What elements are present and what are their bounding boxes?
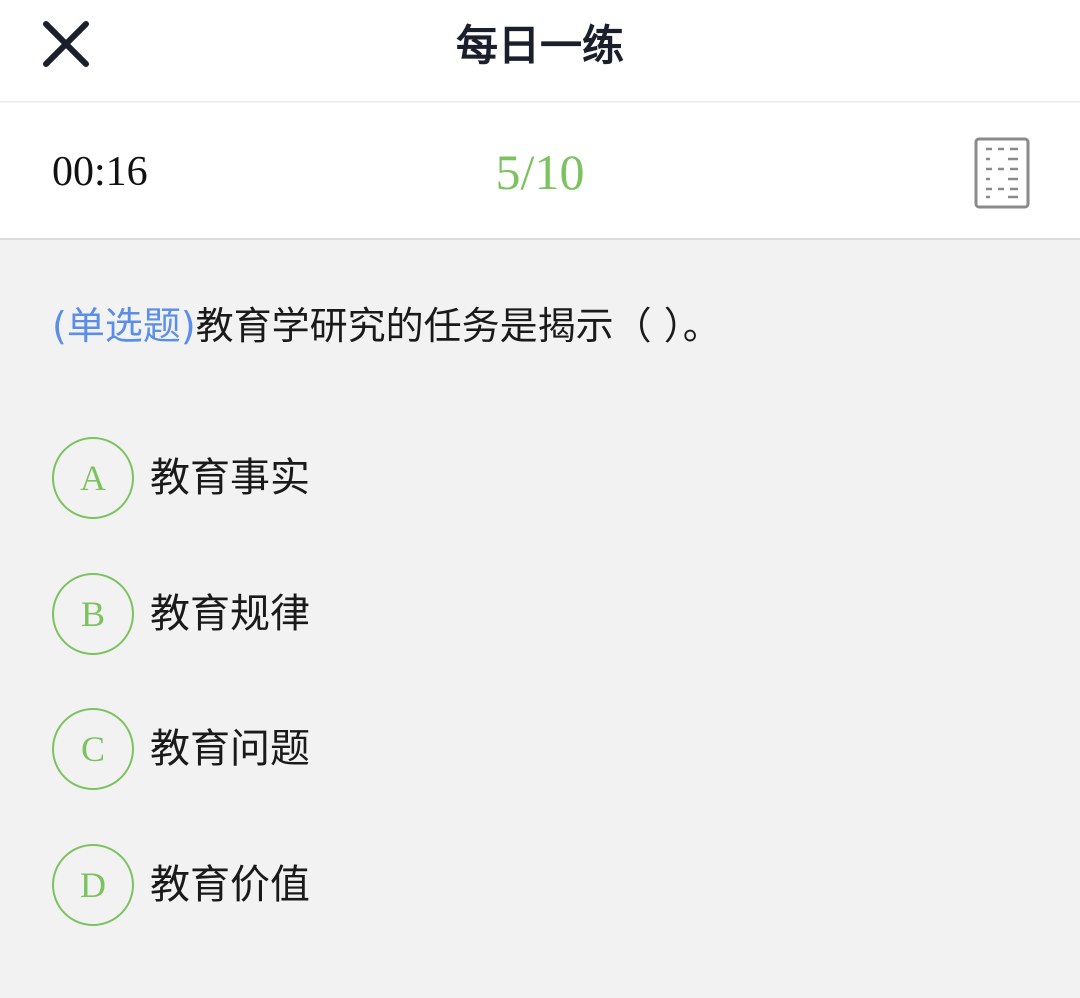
option-text: 教育规律 [150, 591, 310, 637]
option-text: 教育问题 [150, 726, 310, 772]
question-stem: (单选题)教育学研究的任务是揭示（ ）。 [52, 300, 1042, 352]
option-c[interactable]: C 教育问题 [52, 707, 652, 791]
option-a[interactable]: A 教育事实 [52, 436, 652, 520]
option-d[interactable]: D 教育价值 [52, 843, 652, 927]
option-text: 教育事实 [150, 455, 310, 501]
option-letter: D [52, 844, 134, 926]
option-letter: A [52, 437, 134, 519]
question-text: 教育学研究的任务是揭示（ ）。 [195, 304, 721, 348]
question-type-label: (单选题) [52, 304, 196, 348]
option-letter: B [52, 573, 134, 655]
title-bar: 每日一练 [0, 0, 1080, 102]
option-letter: C [52, 708, 134, 790]
option-text: 教育价值 [150, 862, 310, 908]
status-bar: 00:16 5/10 [0, 103, 1080, 240]
page-title: 每日一练 [455, 21, 624, 70]
answer-sheet-icon [974, 137, 1030, 209]
answer-sheet-button[interactable] [974, 137, 1030, 209]
question-progress: 5/10 [495, 144, 585, 200]
option-b[interactable]: B 教育规律 [52, 572, 652, 656]
practice-screen: 每日一练 00:16 5/10 (单选题)教育学研究的任务是揭示（ ）。 A 教… [0, 0, 1080, 998]
